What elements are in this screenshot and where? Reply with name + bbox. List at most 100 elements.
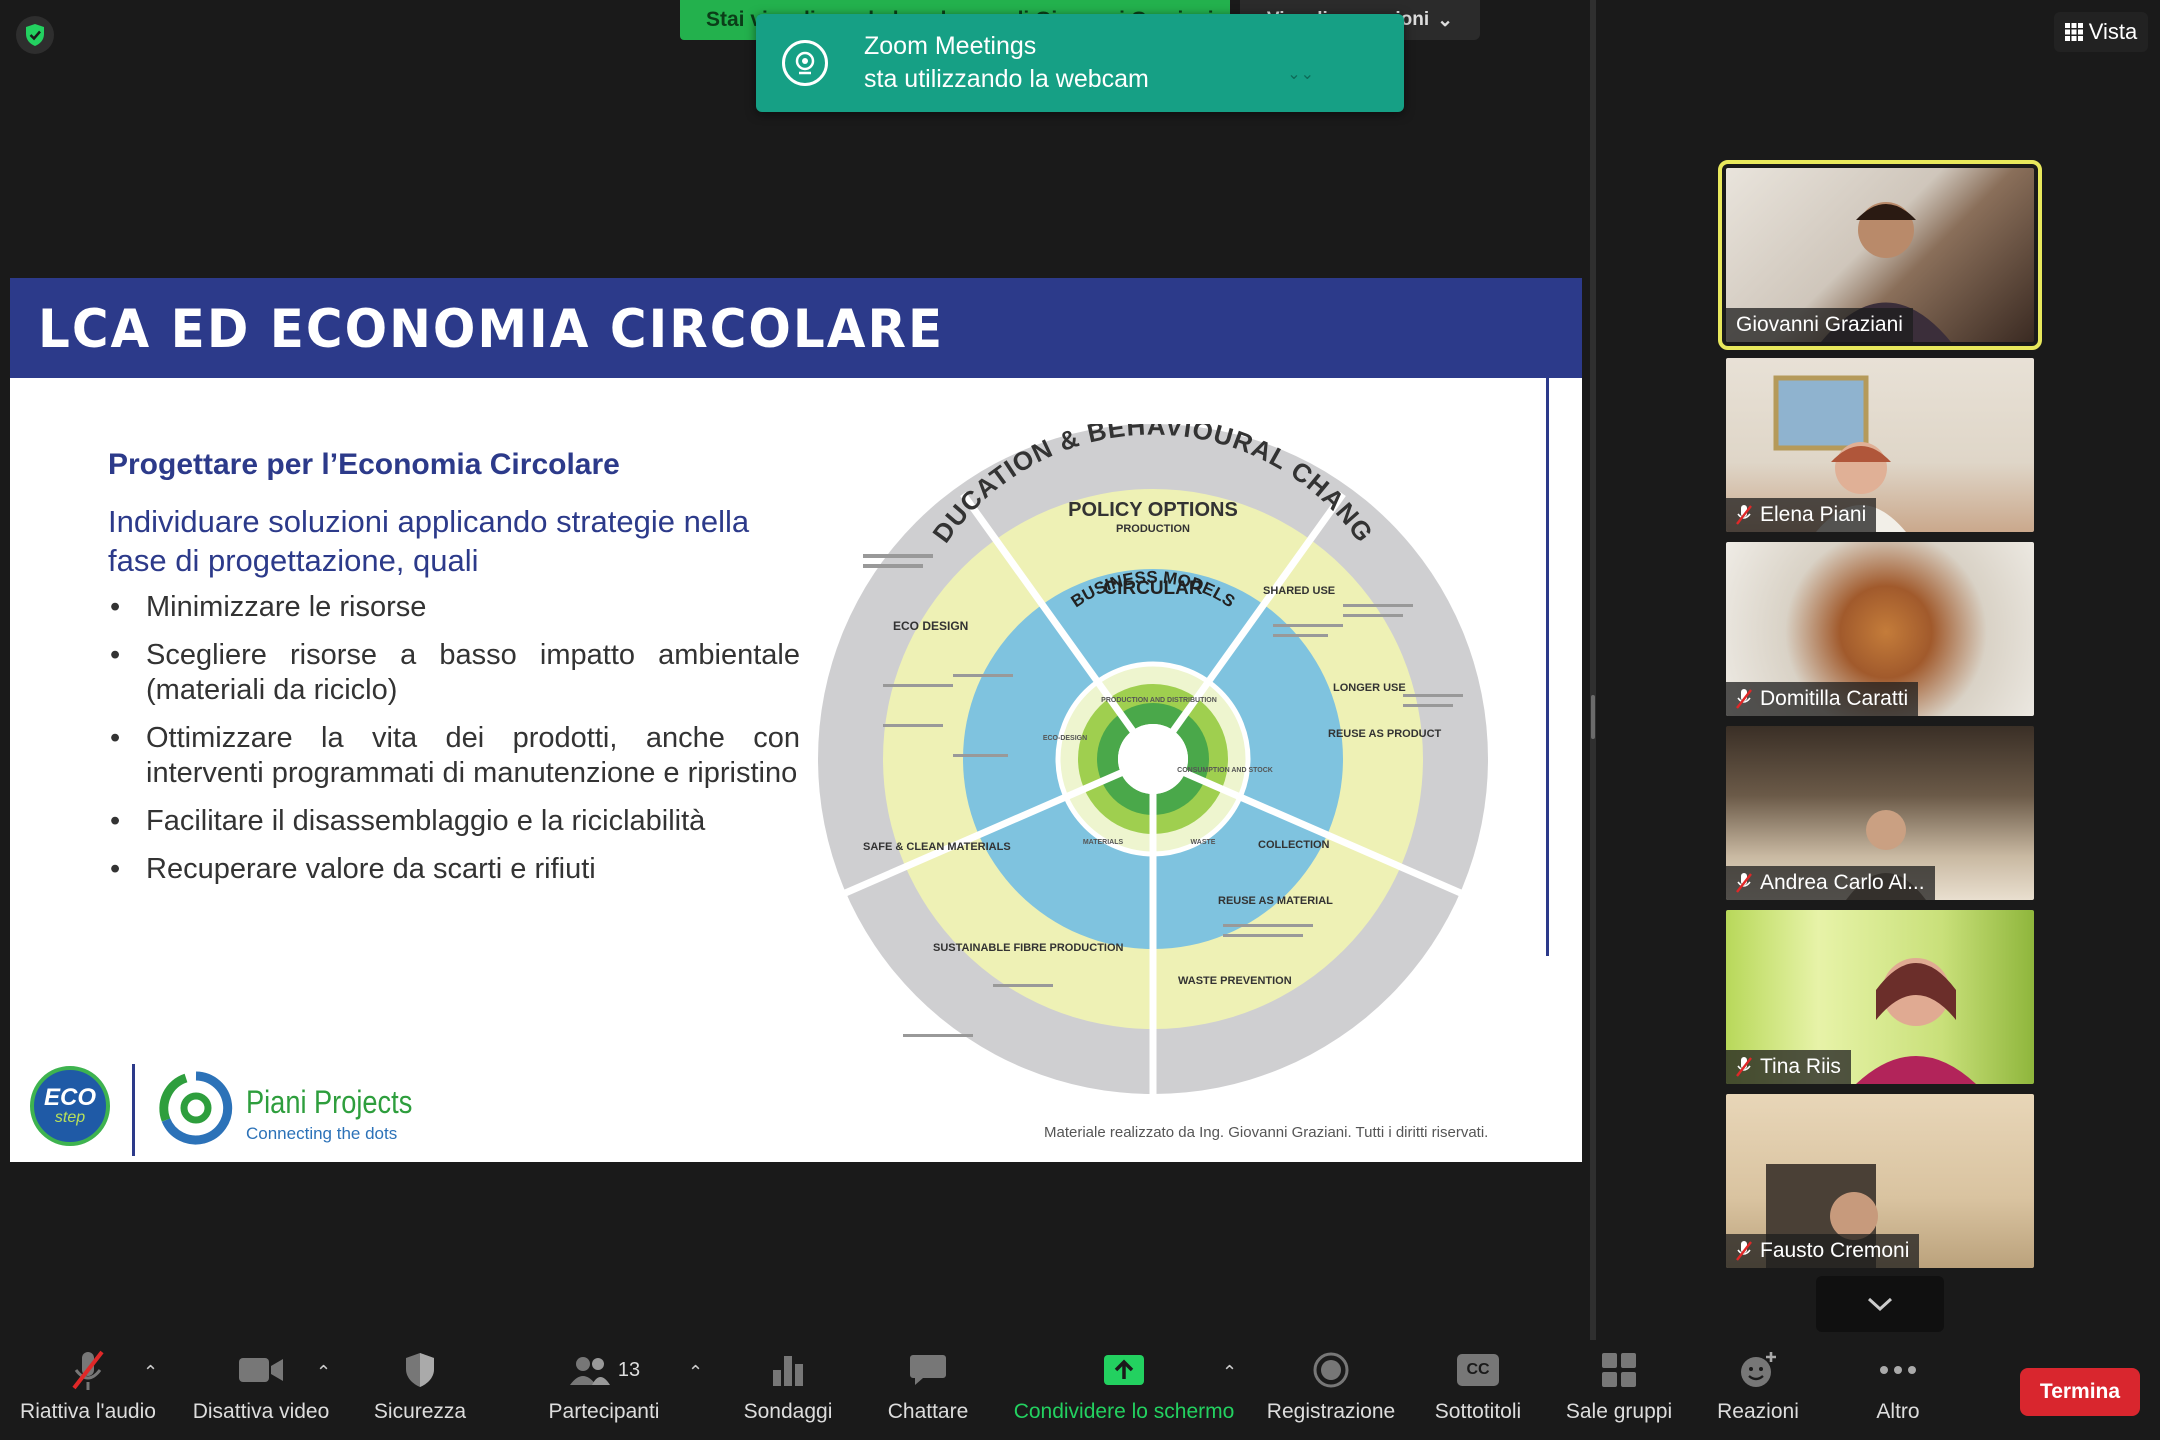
- participant-tile[interactable]: Domitilla Caratti: [1726, 542, 2034, 716]
- wheel-inner-waste: WASTE: [1191, 839, 1216, 846]
- participants-icon: [569, 1357, 610, 1385]
- view-button-label: Vista: [2088, 19, 2138, 44]
- chevron-down-icon[interactable]: ⌄⌄: [1287, 64, 1314, 84]
- polls-button[interactable]: Sondaggi: [735, 1340, 841, 1440]
- notification-app: Zoom Meetings: [864, 32, 1037, 60]
- wheel-inner-materials: MATERIALS: [1083, 839, 1124, 846]
- unmute-button[interactable]: Riattiva l'audio: [18, 1340, 158, 1440]
- webcam-notification[interactable]: Zoom Meetings sta utilizzando la webcam …: [756, 14, 1404, 112]
- unmute-label: Riattiva l'audio: [20, 1400, 156, 1423]
- participant-name: Giovanni Graziani: [1736, 313, 1903, 336]
- wheel-inner-ecodesign: ECO-DESIGN: [1043, 735, 1087, 742]
- participant-name: Andrea Carlo Al...: [1760, 871, 1925, 894]
- wheel-wasteprevention-label: WASTE PREVENTION: [1178, 975, 1292, 987]
- piani-projects-tagline: Connecting the dots: [246, 1124, 398, 1143]
- end-meeting-button[interactable]: Termina: [2020, 1368, 2140, 1416]
- wheel-fibre-label: SUSTAINABLE FIBRE PRODUCTION: [933, 942, 1124, 954]
- share-screen-label: Condividere lo schermo: [1013, 1400, 1235, 1423]
- share-options-caret[interactable]: ⌃: [1222, 1362, 1237, 1383]
- participant-name-tag: Andrea Carlo Al...: [1726, 866, 1935, 900]
- record-button[interactable]: Registrazione: [1264, 1340, 1398, 1440]
- wheel-inner-consumption: CONSUMPTION AND STOCK: [1177, 767, 1273, 774]
- wheel-reusematerial-label: REUSE AS MATERIAL: [1218, 895, 1333, 907]
- reactions-button[interactable]: Reazioni: [1712, 1340, 1804, 1440]
- mic-muted-icon: [1736, 1241, 1752, 1261]
- participants-count: 13: [617, 1358, 641, 1381]
- participant-tile[interactable]: Tina Riis: [1726, 910, 2034, 1084]
- bullet-item: Minimizzare le risorse: [110, 590, 800, 625]
- meeting-toolbar: Riattiva l'audio ⌃ Disattiva video ⌃ Sic…: [0, 1340, 2160, 1440]
- bullet-item: Recuperare valore da scarti e rifiuti: [110, 852, 800, 887]
- wheel-collection-label: COLLECTION: [1258, 839, 1330, 851]
- wheel-policy-label: POLICY OPTIONS: [1068, 499, 1238, 521]
- more-label: Altro: [1876, 1400, 1920, 1423]
- chat-button[interactable]: Chattare: [878, 1340, 978, 1440]
- encryption-shield-icon[interactable]: [16, 16, 54, 54]
- breakout-rooms-button[interactable]: Sale gruppi: [1562, 1340, 1676, 1440]
- participant-name-tag: Elena Piani: [1726, 498, 1877, 532]
- participant-name-tag: Giovanni Graziani: [1726, 308, 1913, 342]
- shared-slide: LCA ED ECONOMIA CIRCOLARE Progettare per…: [10, 278, 1582, 1162]
- piani-projects-logo-icon: [159, 1071, 233, 1145]
- webcam-icon: [782, 40, 828, 86]
- bullet-item: Scegliere risorse a basso impatto ambien…: [110, 638, 800, 708]
- slide-subtitle: Progettare per l’Economia Circolare: [108, 448, 620, 481]
- ecostep-logo-eco: ECO: [43, 1084, 96, 1111]
- slide-header: LCA ED ECONOMIA CIRCOLARE: [10, 278, 1582, 378]
- participant-tile[interactable]: Andrea Carlo Al...: [1726, 726, 2034, 900]
- gallery-scroll-down[interactable]: [1816, 1276, 1944, 1332]
- chat-bubble-icon: [910, 1355, 946, 1385]
- share-screen-button[interactable]: Condividere lo schermo: [1008, 1340, 1240, 1440]
- security-button[interactable]: Sicurezza: [370, 1340, 470, 1440]
- bullet-item: Facilitare il disassemblaggio e la ricic…: [110, 804, 800, 839]
- stop-video-button[interactable]: Disattiva video: [188, 1340, 334, 1440]
- panel-splitter[interactable]: [1590, 0, 1596, 1340]
- shield-icon: [406, 1353, 434, 1387]
- reactions-label: Reazioni: [1717, 1400, 1799, 1423]
- participant-tile[interactable]: Giovanni Graziani: [1718, 160, 2042, 350]
- splitter-handle[interactable]: [1591, 695, 1595, 739]
- mic-muted-icon: [1736, 689, 1752, 709]
- video-camera-icon: [239, 1358, 283, 1382]
- record-icon: [1313, 1352, 1349, 1388]
- participant-name: Domitilla Caratti: [1760, 687, 1909, 710]
- mic-muted-icon: [1736, 873, 1752, 893]
- more-dots-icon: [1880, 1366, 1916, 1374]
- wheel-production-label: PRODUCTION: [1116, 523, 1190, 535]
- wheel-safeclean-label: SAFE & CLEAN MATERIALS: [863, 841, 1011, 853]
- chevron-down-icon: [1867, 1297, 1893, 1312]
- participant-name: Elena Piani: [1760, 503, 1867, 526]
- slide-divider: [1546, 378, 1549, 956]
- more-button[interactable]: Altro: [1860, 1340, 1936, 1440]
- wheel-longeruse-label: LONGER USE: [1333, 682, 1406, 694]
- participants-label: Partecipanti: [548, 1400, 660, 1423]
- ecostep-logo-step: step: [54, 1109, 86, 1126]
- logo-divider: [132, 1064, 135, 1156]
- participant-name-tag: Fausto Cremoni: [1726, 1234, 1920, 1268]
- video-options-caret[interactable]: ⌃: [316, 1362, 331, 1383]
- captions-button[interactable]: CC Sottotitoli: [1428, 1340, 1528, 1440]
- meeting-stage: Stai visualizzando lo schermo di Giovann…: [0, 0, 1592, 1340]
- bullet-item: Ottimizzare la vita dei prodotti, anche …: [110, 721, 800, 791]
- closed-captions-icon: CC: [1457, 1354, 1499, 1386]
- wheel-shareduse-label: SHARED USE: [1263, 585, 1335, 597]
- stop-video-label: Disattiva video: [192, 1400, 330, 1423]
- record-label: Registrazione: [1266, 1400, 1396, 1423]
- slide-credit: Materiale realizzato da Ing. Giovanni Gr…: [1044, 1124, 1489, 1141]
- breakout-rooms-label: Sale gruppi: [1565, 1400, 1673, 1423]
- participants-button[interactable]: 13 Partecipanti: [540, 1340, 668, 1440]
- grid-icon: [2064, 23, 2083, 41]
- share-screen-icon: [1104, 1355, 1144, 1385]
- participant-tile[interactable]: Elena Piani: [1726, 358, 2034, 532]
- view-button[interactable]: Vista: [2054, 12, 2148, 52]
- participant-tile[interactable]: Fausto Cremoni: [1726, 1094, 2034, 1268]
- polls-label: Sondaggi: [743, 1400, 833, 1423]
- circular-economy-wheel: EDUCATION & BEHAVIOURAL CHANGE POLICY OP…: [803, 424, 1488, 1094]
- ecostep-logo: ECO step: [30, 1066, 110, 1146]
- participants-options-caret[interactable]: ⌃: [688, 1362, 703, 1383]
- participant-name-tag: Domitilla Caratti: [1726, 682, 1919, 716]
- mic-muted-icon: [1736, 1057, 1752, 1077]
- participant-name: Fausto Cremoni: [1760, 1239, 1910, 1262]
- audio-options-caret[interactable]: ⌃: [143, 1362, 158, 1383]
- participant-name-tag: Tina Riis: [1726, 1050, 1851, 1084]
